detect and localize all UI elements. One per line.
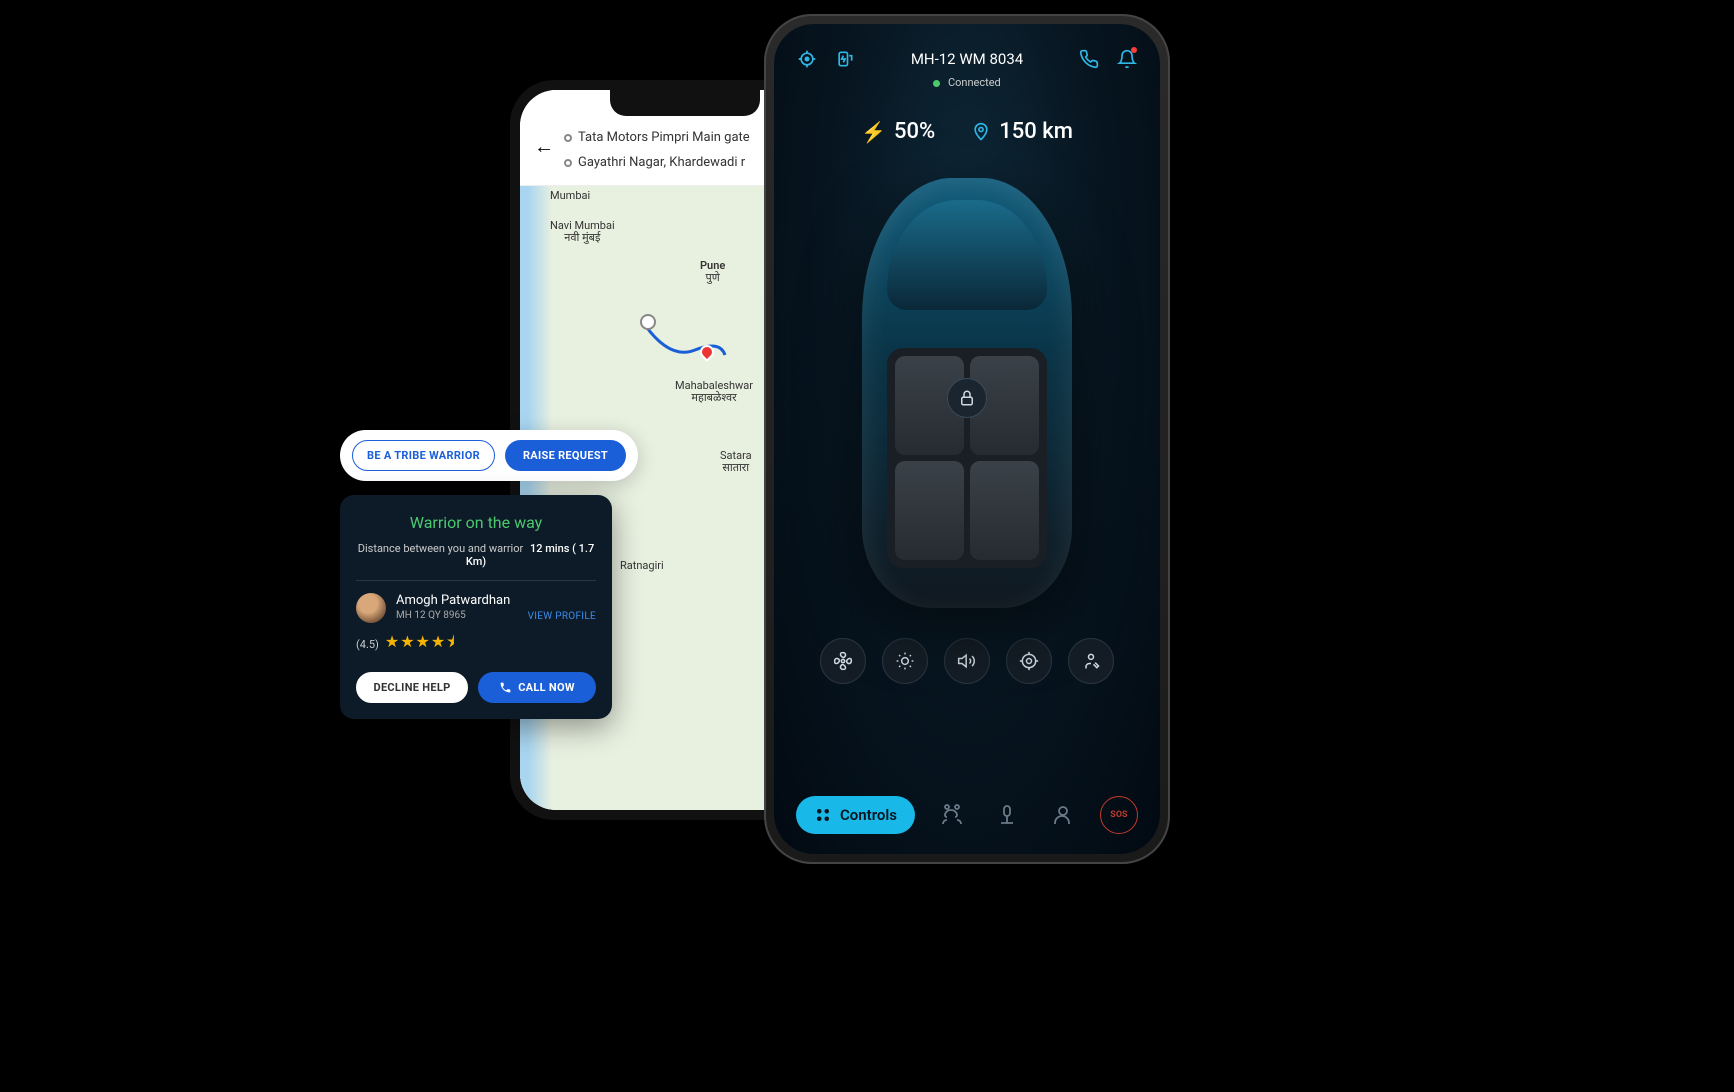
view-profile-link[interactable]: VIEW PROFILE bbox=[528, 611, 596, 622]
bottom-nav: Controls SOS bbox=[788, 790, 1146, 840]
city-label-mumbai: Mumbai bbox=[550, 190, 590, 202]
connected-dot-icon bbox=[933, 80, 940, 87]
warrior-card: Warrior on the way Distance between you … bbox=[340, 495, 612, 719]
phone-notch bbox=[610, 90, 760, 116]
avatar bbox=[356, 593, 386, 623]
nav-controls[interactable]: Controls bbox=[796, 796, 915, 834]
call-now-label: CALL NOW bbox=[518, 681, 575, 694]
call-now-button[interactable]: CALL NOW bbox=[478, 672, 596, 703]
person-icon bbox=[1051, 803, 1075, 827]
top-icons-right bbox=[1078, 48, 1138, 70]
call-support-icon[interactable] bbox=[1078, 48, 1100, 70]
range-value: 150 km bbox=[999, 119, 1073, 144]
be-tribe-warrior-button[interactable]: BE A TRIBE WARRIOR bbox=[352, 440, 495, 471]
tribe-actions: BE A TRIBE WARRIOR RAISE REQUEST bbox=[340, 430, 638, 481]
origin-text: Tata Motors Pimpri Main gate bbox=[578, 126, 750, 151]
destination-text: Gayathri Nagar, Khardewadi r bbox=[578, 151, 745, 176]
charge-station-icon[interactable] bbox=[834, 48, 856, 70]
rating-value: (4.5) bbox=[356, 638, 379, 651]
locate-icon[interactable] bbox=[796, 48, 818, 70]
city-pune-local: पुणे bbox=[700, 272, 725, 284]
crosshair-icon bbox=[1019, 651, 1039, 671]
speaker-icon bbox=[957, 651, 977, 671]
top-bar: MH-12 WM 8034 bbox=[774, 24, 1160, 70]
back-arrow-icon[interactable]: ← bbox=[534, 134, 554, 159]
controls-grid-icon bbox=[814, 806, 832, 824]
fan-icon bbox=[833, 651, 853, 671]
find-car-button[interactable] bbox=[1006, 638, 1052, 684]
destination-dot-icon bbox=[564, 159, 572, 167]
lock-button[interactable] bbox=[947, 378, 987, 418]
top-icons-left bbox=[796, 48, 856, 70]
phone-vehicle-mockup: MH-12 WM 8034 Connected ⚡ 50% 150 km bbox=[764, 14, 1170, 864]
city-label-ratna: Ratnagiri bbox=[620, 560, 664, 572]
car-visual bbox=[832, 178, 1102, 618]
warrior-profile: Amogh Patwardhan MH 12 QY 8965 VIEW PROF… bbox=[356, 593, 596, 623]
lights-button[interactable] bbox=[882, 638, 928, 684]
origin-dot-icon bbox=[564, 134, 572, 142]
warrior-actions: DECLINE HELP CALL NOW bbox=[356, 672, 596, 703]
lock-icon bbox=[958, 389, 976, 407]
horn-button[interactable] bbox=[944, 638, 990, 684]
vehicle-screen: MH-12 WM 8034 Connected ⚡ 50% 150 km bbox=[774, 24, 1160, 854]
phone-icon bbox=[499, 681, 512, 694]
warrior-name: Amogh Patwardhan bbox=[396, 593, 596, 608]
sos-button[interactable]: SOS bbox=[1100, 796, 1138, 834]
warrior-title: Warrior on the way bbox=[356, 513, 596, 532]
seat-rear-right bbox=[970, 461, 1039, 560]
seat-rear-left bbox=[895, 461, 964, 560]
city-label-mahab: Mahabaleshwar महाबळेश्वर bbox=[675, 380, 753, 404]
city-navi-local: नवी मुंबई bbox=[550, 232, 615, 244]
raise-request-button[interactable]: RAISE REQUEST bbox=[505, 440, 626, 471]
bolt-icon: ⚡ bbox=[861, 120, 886, 144]
warrior-distance-label: Distance between you and warrior bbox=[358, 542, 523, 555]
tribes-icon bbox=[940, 803, 964, 827]
battery-value: 50% bbox=[894, 119, 935, 144]
climate-fan-button[interactable] bbox=[820, 638, 866, 684]
range-pin-icon bbox=[971, 122, 991, 142]
steering-icon bbox=[995, 803, 1019, 827]
nav-tribes[interactable] bbox=[934, 797, 970, 833]
range-stat: 150 km bbox=[971, 119, 1073, 144]
sun-icon bbox=[895, 651, 915, 671]
person-key-icon bbox=[1081, 651, 1101, 671]
battery-stat: ⚡ 50% bbox=[861, 119, 935, 144]
quick-controls bbox=[774, 638, 1160, 684]
nav-vehicle[interactable] bbox=[989, 797, 1025, 833]
city-mahab-local: महाबळेश्वर bbox=[675, 392, 753, 404]
star-icons: ★★★★⯨ bbox=[385, 631, 456, 658]
city-label-pune: Pune पुणे bbox=[700, 260, 725, 284]
connection-status: Connected bbox=[774, 76, 1160, 89]
city-label-navi: Navi Mumbai नवी मुंबई bbox=[550, 220, 615, 244]
rating-row: (4.5) ★★★★⯨ bbox=[356, 631, 596, 658]
warrior-distance: Distance between you and warrior 12 mins… bbox=[356, 542, 596, 568]
city-label-satara: Satara सातारा bbox=[720, 450, 752, 474]
decline-help-button[interactable]: DECLINE HELP bbox=[356, 672, 468, 703]
stats-row: ⚡ 50% 150 km bbox=[774, 119, 1160, 144]
nav-controls-label: Controls bbox=[840, 806, 897, 824]
city-satara-local: सातारा bbox=[720, 462, 752, 474]
connection-label: Connected bbox=[948, 76, 1001, 89]
nav-profile[interactable] bbox=[1045, 797, 1081, 833]
notification-bell-icon[interactable] bbox=[1116, 48, 1138, 70]
route-path-line bbox=[640, 310, 730, 370]
valet-button[interactable] bbox=[1068, 638, 1114, 684]
divider bbox=[356, 580, 596, 581]
vehicle-plate: MH-12 WM 8034 bbox=[911, 50, 1023, 68]
